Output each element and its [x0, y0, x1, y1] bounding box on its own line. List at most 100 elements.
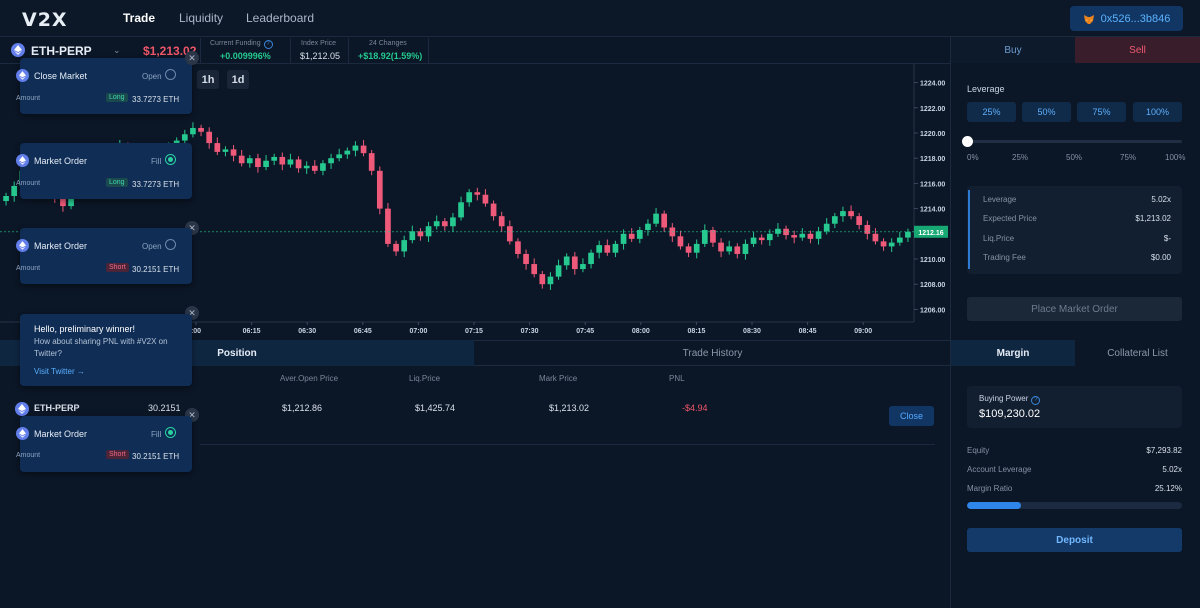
change-label: 24 Changes	[369, 40, 407, 47]
candle-body	[677, 236, 684, 247]
candle-body	[539, 274, 546, 285]
side-badge: Long	[106, 93, 128, 102]
candle-body	[198, 127, 204, 132]
margin-ratio-label: Margin Ratio	[967, 484, 1013, 493]
share-title: Hello, preliminary winner!	[34, 324, 136, 334]
place-market-order-button[interactable]: Place Market Order	[967, 297, 1182, 321]
equity-value: $7,293.82	[1146, 446, 1182, 455]
y-tick-label: 1216.00	[920, 181, 945, 188]
candle-body	[823, 223, 830, 232]
toast-amount-label: Amount	[16, 95, 41, 102]
row-divider	[200, 444, 935, 445]
eth-icon	[16, 239, 29, 252]
candle-body	[401, 240, 408, 252]
candle-body	[385, 208, 391, 244]
summary-liq-price-label: Liq.Price	[983, 234, 1015, 243]
tab-trade-history[interactable]: Trade History	[475, 340, 950, 366]
side-badge: Short	[106, 263, 129, 272]
summary-accent	[968, 190, 970, 269]
help-icon[interactable]: ?	[1031, 396, 1041, 405]
candle-body	[3, 196, 9, 202]
x-tick-label: 06:45	[354, 328, 372, 335]
chevron-down-icon[interactable]: ⌄	[113, 45, 121, 56]
candle-body	[848, 211, 854, 217]
divider	[428, 38, 429, 64]
candle-body	[458, 202, 464, 218]
close-position-button[interactable]: Close	[889, 406, 934, 426]
slider-tick: 50%	[1066, 153, 1083, 162]
toast-status: Open	[142, 72, 162, 81]
nav-liquidity[interactable]: Liquidity	[179, 11, 223, 25]
toast-qty: 30.2151 ETH	[132, 265, 180, 274]
slider-handle[interactable]	[962, 136, 973, 147]
divider	[348, 38, 349, 64]
nav-trade[interactable]: Trade	[123, 11, 155, 25]
y-tick-label: 1208.00	[920, 282, 945, 289]
current-price-label: 1212.16	[918, 230, 943, 237]
summary-leverage-label: Leverage	[983, 195, 1017, 204]
toast-market-order-fill-short	[20, 416, 192, 472]
leverage-75-button[interactable]: 75%	[1077, 102, 1126, 122]
wallet-button[interactable]: 0x526...3b846	[1070, 6, 1183, 31]
candle-body	[766, 233, 773, 241]
candle-body	[831, 216, 838, 224]
status-open-icon	[165, 239, 176, 250]
candle-body	[474, 192, 481, 195]
market-pair[interactable]: ETH-PERP	[31, 44, 92, 58]
candle-body	[506, 226, 513, 242]
nav-leaderboard[interactable]: Leaderboard	[246, 11, 314, 25]
sell-tab[interactable]: Sell	[1075, 37, 1200, 63]
x-tick-label: 08:00	[632, 328, 650, 335]
candle-body	[222, 149, 229, 152]
slider-tick: 100%	[1165, 153, 1186, 162]
candle-body	[238, 155, 245, 164]
leverage-50-button[interactable]: 50%	[1022, 102, 1071, 122]
candle-body	[864, 224, 871, 234]
x-tick-label: 07:30	[521, 328, 539, 335]
toast-amount-label: Amount	[16, 452, 41, 459]
margin-ratio-value: 25.12%	[1154, 484, 1182, 493]
x-tick-label: 08:45	[799, 328, 817, 335]
help-icon[interactable]: ?	[263, 40, 273, 49]
y-tick-label: 1220.00	[920, 131, 945, 138]
candle-body	[718, 242, 724, 252]
summary-liq-price-value: $-	[1163, 234, 1171, 243]
candle-body	[344, 150, 351, 155]
logo[interactable]: V2X	[22, 9, 68, 31]
tab-margin[interactable]: Margin	[951, 340, 1075, 366]
eth-icon	[11, 43, 25, 57]
x-tick-label: 06:15	[243, 328, 261, 335]
y-tick-label: 1210.00	[920, 257, 945, 264]
position-pair: ETH-PERP	[34, 403, 80, 413]
leverage-25-button[interactable]: 25%	[967, 102, 1016, 122]
eth-icon	[15, 402, 29, 416]
close-icon[interactable]: ✕	[185, 51, 199, 65]
y-tick-label: 1222.00	[920, 106, 945, 113]
timeframe-1h-button[interactable]: 1h	[197, 70, 219, 89]
deposit-button[interactable]: Deposit	[967, 528, 1182, 552]
candle-body	[466, 192, 473, 203]
toast-title: Market Order	[34, 156, 88, 166]
toast-amount-label: Amount	[16, 265, 41, 272]
candle-body	[320, 163, 326, 171]
candle-body	[701, 230, 708, 244]
leverage-slider[interactable]	[967, 140, 1182, 143]
x-tick-label: 06:30	[298, 328, 316, 335]
order-panel	[950, 37, 1200, 608]
timeframe-1d-button[interactable]: 1d	[227, 70, 249, 89]
candle-body	[246, 158, 253, 164]
visit-twitter-link[interactable]: Visit Twitter →	[34, 367, 85, 376]
divider	[290, 38, 291, 64]
candle-body	[620, 233, 627, 244]
buying-power-label: Buying Power?	[979, 394, 1041, 405]
candle-body	[905, 231, 911, 238]
candle-body	[661, 213, 668, 228]
candle-body	[279, 156, 286, 165]
candle-body	[303, 165, 310, 169]
toast-status: Fill	[151, 157, 162, 166]
candle-body	[230, 149, 237, 156]
buy-tab[interactable]: Buy	[951, 37, 1075, 63]
candle-body	[734, 246, 741, 254]
leverage-100-button[interactable]: 100%	[1133, 102, 1182, 122]
tab-collateral-list[interactable]: Collateral List	[1075, 340, 1200, 366]
